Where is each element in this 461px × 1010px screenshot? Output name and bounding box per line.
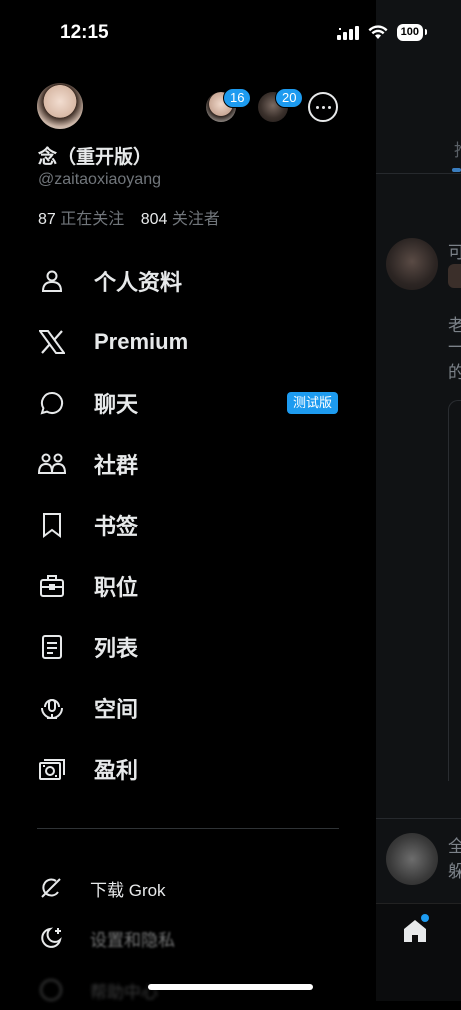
post-avatar[interactable] [386, 833, 438, 885]
post-text-line: 全 [448, 837, 461, 856]
timeline-divider [376, 818, 461, 819]
menu-label: 个人资料 [94, 269, 183, 295]
followers-link[interactable]: 804 关注者 [141, 211, 220, 228]
status-time: 12:15 [60, 22, 109, 43]
status-bar: 12:15 100 [0, 0, 461, 70]
more-dot [327, 105, 331, 109]
post-text-line: 躲 [448, 862, 461, 881]
menu-item-communities[interactable]: 社群 [0, 433, 376, 494]
following-label: 正在关注 [60, 211, 125, 228]
timeline-divider [376, 173, 461, 174]
account-badge: 20 [275, 88, 304, 108]
bookmark-icon [38, 511, 66, 539]
notification-dot [421, 914, 429, 922]
post-text-line: 的 [448, 363, 461, 382]
followers-count: 804 [140, 211, 168, 228]
person-icon [38, 267, 66, 295]
post-text-line: 一 [448, 338, 461, 357]
more-dot [321, 105, 325, 109]
menu-label: 列表 [94, 635, 139, 661]
chat-bubble-icon [38, 389, 66, 417]
drawer-menu: 个人资料 Premium 聊天 测试版 社群 书签 职位 列表 空间 盈利 [0, 250, 376, 799]
moon-icon [38, 925, 64, 951]
menu-label: 下载 Grok [90, 880, 166, 900]
post-emoji [448, 264, 461, 288]
menu-item-download-grok[interactable]: 下载 Grok [0, 868, 376, 908]
menu-label: 盈利 [94, 757, 139, 783]
side-drawer: 16 20 念（重开版） @zaitaoxiaoyang 87 正在关注 804… [0, 0, 376, 1002]
user-handle[interactable]: @zaitaoxiaoyang [38, 171, 161, 189]
more-options-button[interactable] [308, 92, 338, 122]
menu-item-lists[interactable]: 列表 [0, 616, 376, 677]
post-media[interactable] [448, 400, 461, 781]
menu-label: 帮助中心 [90, 982, 158, 1002]
follow-stats: 87 正在关注 804 关注者 [38, 205, 220, 229]
menu-label: 空间 [94, 696, 139, 722]
menu-item-monetization[interactable]: 盈利 [0, 738, 376, 799]
menu-item-spaces[interactable]: 空间 [0, 677, 376, 738]
spaces-icon [38, 694, 66, 722]
post-avatar[interactable] [386, 238, 438, 290]
profile-avatar[interactable] [37, 83, 83, 129]
menu-item-settings[interactable]: 设置和隐私 [0, 918, 376, 958]
account-avatar[interactable]: 16 [206, 88, 252, 122]
home-indicator[interactable] [148, 984, 313, 990]
grok-icon [38, 875, 64, 901]
briefcase-icon [38, 572, 66, 600]
wifi-icon [368, 25, 388, 39]
status-icons: 100 [336, 24, 428, 41]
account-switcher: 16 20 [206, 88, 338, 122]
account-avatar[interactable]: 20 [258, 88, 304, 122]
menu-item-premium[interactable]: Premium [0, 311, 376, 372]
monetization-icon [38, 755, 66, 783]
x-logo-icon [38, 328, 66, 356]
menu-label: Premium [94, 328, 189, 354]
menu-label: 设置和隐私 [90, 930, 175, 950]
help-icon [38, 977, 64, 1003]
list-icon [38, 633, 66, 661]
communities-icon [38, 450, 66, 478]
menu-item-jobs[interactable]: 职位 [0, 555, 376, 616]
bottom-tab-bar [376, 903, 461, 1001]
menu-item-help[interactable]: 帮助中心 [0, 970, 376, 1010]
menu-label: 社群 [94, 452, 139, 478]
battery-indicator: 100 [396, 24, 428, 41]
menu-label: 书签 [94, 513, 139, 539]
account-badge: 16 [223, 88, 252, 108]
timeline-tab-label[interactable]: 推 [454, 136, 461, 161]
display-name[interactable]: 念（重开版） [38, 142, 152, 169]
followers-label: 关注者 [171, 211, 220, 228]
menu-item-bookmarks[interactable]: 书签 [0, 494, 376, 555]
signal-icon [336, 25, 359, 40]
following-link[interactable]: 87 正在关注 [38, 211, 124, 228]
background-timeline[interactable]: 推 可 老 一 的 全 躲 [376, 0, 461, 1001]
menu-item-profile[interactable]: 个人资料 [0, 250, 376, 311]
following-count: 87 [38, 211, 56, 228]
timeline-tab-indicator [452, 168, 461, 172]
menu-label: 聊天 [94, 391, 139, 417]
menu-item-chat[interactable]: 聊天 测试版 [0, 372, 376, 433]
post-text-line: 可 [448, 243, 461, 262]
menu-label: 职位 [94, 574, 139, 600]
more-dot [315, 105, 319, 109]
beta-badge: 测试版 [286, 391, 338, 414]
menu-divider [37, 828, 339, 829]
